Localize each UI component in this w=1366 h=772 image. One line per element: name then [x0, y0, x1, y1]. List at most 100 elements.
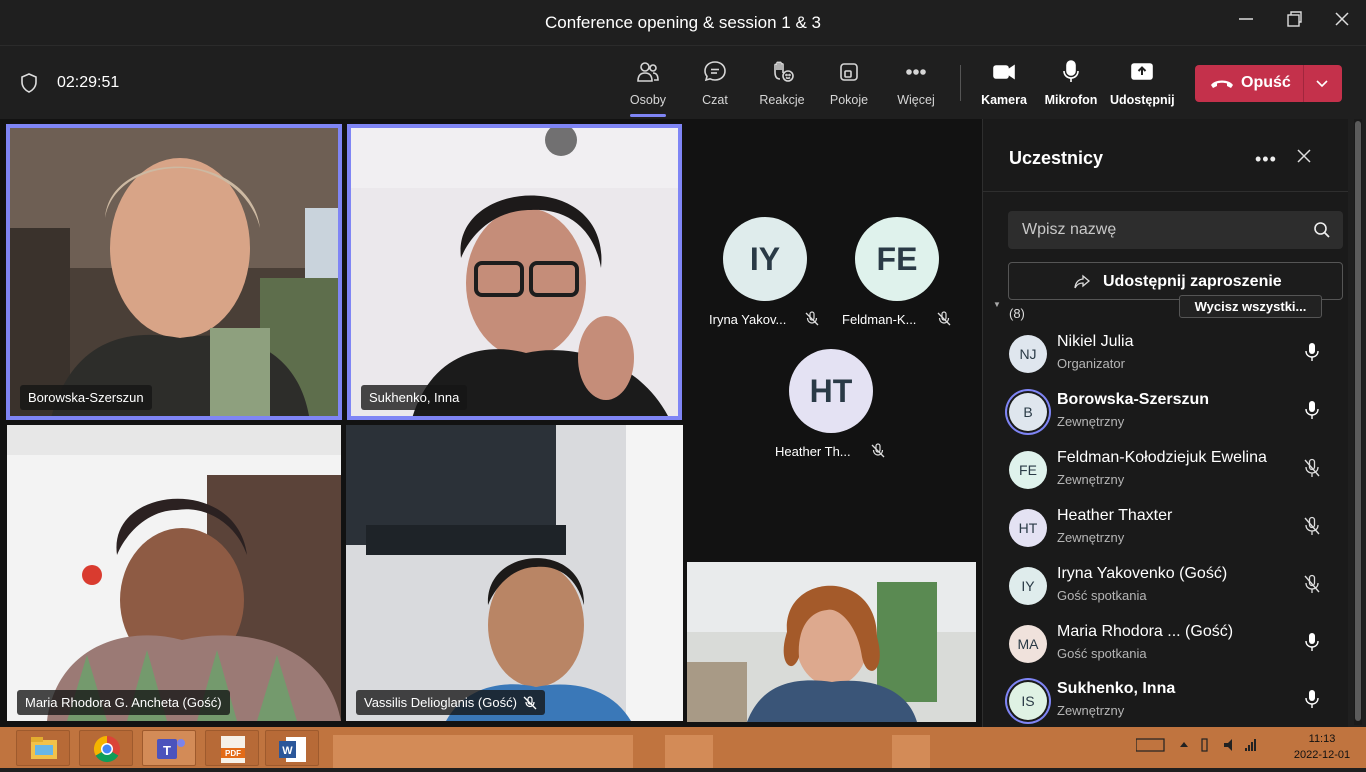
participant-name: Sukhenko, Inna — [1057, 680, 1176, 697]
participant-name: Feldman-Kołodziejuk Ewelina — [1057, 449, 1267, 466]
meeting-toolbar: 02:29:51 Osoby Czat Reakcje Pokoje Więce… — [0, 47, 1366, 119]
video-tile-ancheta[interactable]: Maria Rhodora G. Ancheta (Gość) — [7, 425, 341, 721]
more-options-icon[interactable]: ••• — [1255, 149, 1277, 169]
file-explorer-icon[interactable] — [16, 730, 70, 766]
toolbar-share-label: Udostępnij — [1110, 93, 1175, 107]
participant-avatar-label: Iryna Yakov... — [709, 312, 787, 327]
video-tile-sukhenko[interactable]: Sukhenko, Inna — [347, 124, 682, 420]
participant-row[interactable]: MA Maria Rhodora ... (Gość) Gość spotkan… — [1005, 619, 1335, 669]
participant-row[interactable]: B Borowska-Szerszun Zewnętrzny — [1005, 387, 1335, 437]
more-icon — [906, 69, 926, 75]
muted-microphone-icon — [937, 311, 951, 326]
raise-hand-icon — [774, 61, 794, 82]
toolbar-divider — [960, 65, 961, 101]
participant-role: Zewnętrzny — [1057, 530, 1125, 545]
muted-microphone-icon — [523, 695, 537, 709]
toolbar-more-label: Więcej — [897, 93, 935, 107]
panel-scrollbar[interactable] — [1354, 119, 1362, 725]
participant-avatar: MA — [1009, 625, 1047, 663]
system-clock[interactable]: 11:13 2022-12-01 — [1282, 731, 1362, 763]
participant-video-image — [10, 128, 338, 416]
toolbar-more-button[interactable]: Więcej — [886, 59, 946, 107]
chevron-down-icon[interactable] — [1313, 74, 1331, 92]
toolbar-reactions-button[interactable]: Reakcje — [752, 59, 812, 107]
participant-row[interactable]: HT Heather Thaxter Zewnętrzny — [1005, 503, 1335, 553]
toolbar-people-label: Osoby — [629, 93, 667, 107]
shield-icon — [21, 73, 37, 93]
toolbar-microphone-label: Mikrofon — [1044, 93, 1098, 107]
muted-microphone-icon — [871, 443, 885, 458]
scrollbar-thumb[interactable] — [1355, 121, 1361, 721]
participant-avatar: IY — [1009, 567, 1047, 605]
toolbar-rooms-button[interactable]: Pokoje — [819, 59, 879, 107]
participant-role: Zewnętrzny — [1057, 414, 1125, 429]
battery-icon — [1201, 738, 1208, 752]
toolbar-reactions-label: Reakcje — [759, 93, 805, 107]
participant-count: (8) — [1009, 306, 1025, 321]
participant-avatar-fe[interactable]: FE — [855, 217, 939, 301]
participant-row[interactable]: IY Iryna Yakovenko (Gość) Gość spotkania — [1005, 561, 1335, 611]
leave-button[interactable]: Opuść — [1195, 65, 1342, 102]
os-taskbar: T PDF W 11:13 2022-12-01 — [0, 727, 1366, 768]
participant-role: Zewnętrzny — [1057, 472, 1125, 487]
participant-search-input[interactable]: Wpisz nazwę — [1008, 211, 1343, 249]
close-icon[interactable] — [1330, 10, 1354, 34]
participant-avatar-ht[interactable]: HT — [789, 349, 873, 433]
participant-row[interactable]: IS Sukhenko, Inna Zewnętrzny — [1005, 676, 1335, 726]
toolbar-camera-button[interactable]: Kamera — [974, 59, 1034, 107]
word-icon[interactable]: W — [265, 730, 319, 766]
participant-row[interactable]: FE Feldman-Kołodziejuk Ewelina Zewnętrzn… — [1005, 445, 1335, 495]
microphone-icon — [1305, 401, 1319, 419]
video-tile-borowska[interactable]: Borowska-Szerszun — [6, 124, 342, 420]
muted-microphone-icon — [805, 311, 819, 326]
video-tile-delioglanis[interactable]: Vassilis Delioglanis (Gość) — [346, 425, 683, 721]
signal-icon — [1245, 739, 1256, 751]
panel-divider — [983, 191, 1348, 192]
clock-date: 2022-12-01 — [1293, 749, 1351, 761]
toolbar-chat-button[interactable]: Czat — [685, 59, 745, 107]
participant-name: Heather Thaxter — [1057, 507, 1173, 524]
participant-avatar: FE — [1009, 451, 1047, 489]
close-icon[interactable] — [1295, 147, 1313, 165]
participant-row[interactable]: NJ Nikiel Julia Organizator — [1005, 329, 1335, 379]
muted-microphone-icon — [1304, 458, 1320, 477]
participant-name: Maria Rhodora G. Ancheta (Gość) — [25, 695, 222, 710]
toolbar-microphone-button[interactable]: Mikrofon — [1041, 59, 1101, 107]
mute-all-button[interactable]: Wycisz wszystki... — [1179, 295, 1322, 318]
minimize-icon[interactable] — [1234, 10, 1258, 34]
participant-name: Maria Rhodora ... (Gość) — [1057, 623, 1234, 640]
participant-name: Vassilis Delioglanis (Gość) — [364, 695, 517, 710]
toolbar-people-button[interactable]: Osoby — [618, 59, 678, 117]
maximize-icon[interactable] — [1282, 10, 1306, 34]
taskbar-wallpaper-strip — [333, 735, 633, 768]
self-video-preview[interactable] — [687, 562, 976, 722]
participant-role: Gość spotkania — [1057, 646, 1147, 661]
participant-avatar: HT — [1009, 509, 1047, 547]
svg-text:PDF: PDF — [225, 749, 241, 758]
chrome-icon[interactable] — [79, 730, 133, 766]
share-icon — [1074, 274, 1091, 289]
keyboard-icon — [1135, 738, 1165, 752]
toolbar-share-button[interactable]: Udostępnij — [1110, 59, 1175, 107]
teams-icon[interactable]: T — [142, 730, 196, 766]
microphone-icon — [1305, 690, 1319, 708]
people-icon — [637, 62, 659, 82]
participant-avatar: B — [1009, 393, 1047, 431]
participant-role: Gość spotkania — [1057, 588, 1147, 603]
participant-avatar-iy[interactable]: IY — [723, 217, 807, 301]
participant-video-image — [7, 425, 341, 721]
pdf-icon[interactable]: PDF — [205, 730, 259, 766]
tray-chevron-icon — [1180, 742, 1188, 747]
participant-name-tag: Borowska-Szerszun — [20, 385, 152, 410]
chat-icon — [704, 61, 726, 82]
self-video-image — [687, 562, 976, 722]
collapse-caret-icon[interactable]: ▼ — [993, 300, 1001, 309]
participant-name: Iryna Yakovenko (Gość) — [1057, 565, 1228, 582]
leave-divider — [1303, 65, 1304, 102]
search-placeholder: Wpisz nazwę — [1022, 221, 1117, 238]
participant-video-image — [346, 425, 683, 721]
system-tray — [1135, 735, 1276, 758]
taskbar-wallpaper-strip — [892, 735, 930, 768]
hang-up-icon — [1211, 80, 1233, 88]
participant-avatar: IS — [1009, 682, 1047, 720]
